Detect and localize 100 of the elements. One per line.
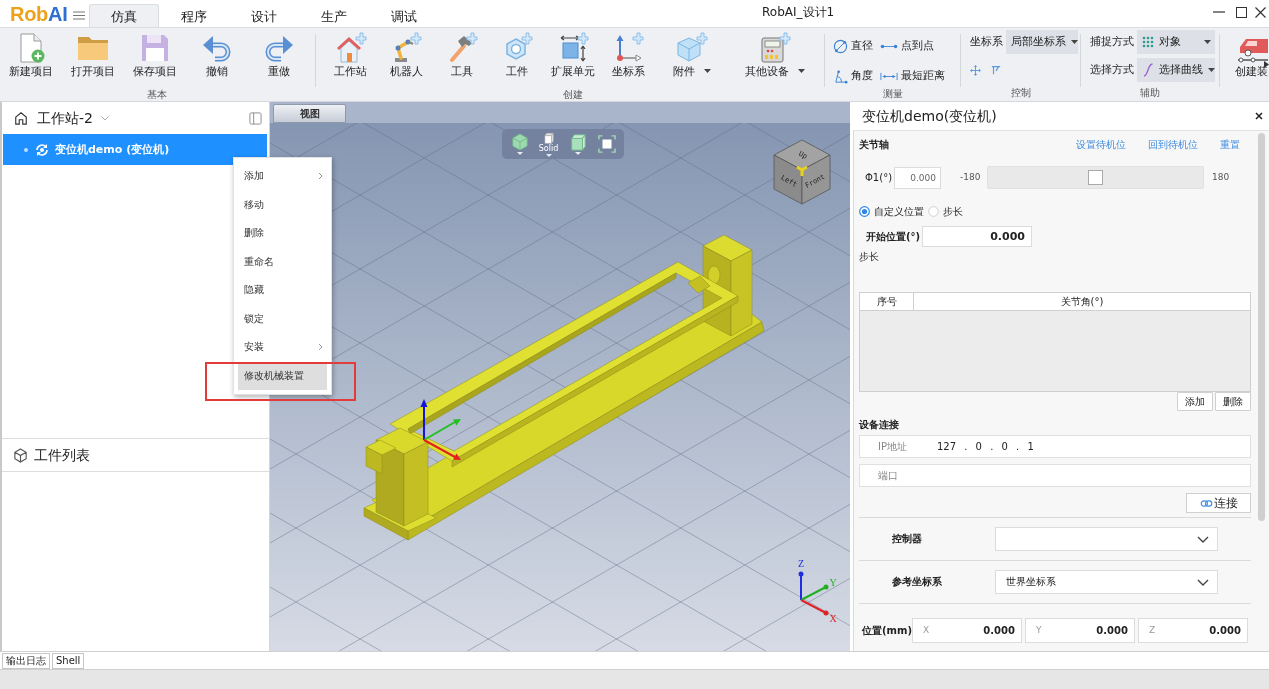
column-header: 关节角(°) bbox=[1059, 294, 1105, 309]
ribbon-button[interactable]: 重做 bbox=[248, 32, 310, 88]
field-label: 开始位置(°) bbox=[865, 230, 922, 243]
group-label: 控制 bbox=[1009, 86, 1032, 99]
field-label: 步长 bbox=[859, 251, 879, 263]
ribbon-button[interactable]: 机器人 bbox=[378, 32, 435, 88]
control-panel-plus-icon bbox=[759, 32, 792, 64]
distance-icon bbox=[880, 71, 898, 81]
table-action-button[interactable]: 删除 bbox=[1215, 392, 1251, 411]
ribbon-button[interactable]: 撤销 bbox=[186, 32, 248, 88]
section-title: 工件列表 bbox=[34, 446, 90, 464]
ribbon-button[interactable]: 打开项目 bbox=[62, 32, 124, 88]
ribbon-button[interactable]: 坐标系 bbox=[600, 32, 657, 88]
scroll-right-icon[interactable] bbox=[1264, 61, 1269, 68]
app-logo: RobAI bbox=[9, 2, 69, 25]
input-field[interactable]: Y 0.000 bbox=[1025, 618, 1135, 643]
close-icon bbox=[1254, 6, 1266, 18]
dropdown[interactable]: 对象 bbox=[1137, 30, 1215, 54]
group-label: 基本 bbox=[145, 88, 168, 101]
column-header: 序号 bbox=[860, 293, 914, 310]
panel-tab[interactable]: 输出日志 bbox=[2, 652, 50, 669]
s-curve-icon bbox=[1142, 63, 1154, 77]
field-label: 位置(mm) bbox=[861, 624, 910, 637]
ribbon-button[interactable]: 最短距离 bbox=[880, 65, 958, 87]
group-label: 辅助 bbox=[1139, 86, 1161, 99]
menu-icon[interactable] bbox=[73, 10, 85, 20]
point-to-point-icon bbox=[880, 42, 898, 50]
slider-thumb[interactable] bbox=[1088, 170, 1103, 185]
chevron-down-icon[interactable] bbox=[100, 115, 109, 121]
chevron-down-icon bbox=[1197, 578, 1209, 586]
connect-button[interactable]: 连接 bbox=[1186, 493, 1251, 513]
slider-track[interactable] bbox=[987, 166, 1204, 189]
home-icon bbox=[14, 111, 28, 125]
window-title: RobAI_设计1 bbox=[762, 4, 835, 20]
input-field[interactable]: Z 0.000 bbox=[1138, 618, 1248, 643]
input-field[interactable]: IP地址 127 . 0 . 0 . 1 bbox=[859, 435, 1251, 458]
dropdown[interactable]: 局部坐标系 bbox=[1006, 30, 1078, 54]
circle-diameter-icon bbox=[833, 38, 848, 54]
panel-title: 变位机demo(变位机) bbox=[862, 107, 997, 125]
move-icon[interactable] bbox=[970, 64, 981, 76]
panel-toggle-icon[interactable] bbox=[249, 111, 262, 125]
station-title: 工作站-2 bbox=[37, 109, 93, 127]
ribbon-button[interactable]: 角度 bbox=[833, 65, 880, 87]
caret-icon bbox=[1071, 40, 1078, 44]
ribbon-button[interactable]: 工具 bbox=[434, 32, 490, 88]
ribbon-tab[interactable]: 生产 bbox=[299, 4, 369, 27]
range-max: 180 bbox=[1212, 172, 1230, 183]
bracket-icon[interactable] bbox=[991, 65, 1001, 75]
table-action-button[interactable]: 添加 bbox=[1177, 392, 1213, 411]
ribbon-tab[interactable]: 设计 bbox=[229, 4, 299, 27]
ribbon-button[interactable]: 扩展单元 bbox=[545, 32, 601, 88]
view-tab[interactable]: 视图 bbox=[273, 104, 346, 123]
ribbon-button[interactable]: 点到点 bbox=[880, 35, 958, 57]
ribbon-button[interactable]: 附件 bbox=[656, 32, 729, 88]
field-label: 捕捉方式 bbox=[1090, 35, 1134, 49]
dropdown[interactable]: 选择曲线 bbox=[1137, 58, 1215, 82]
ribbon-tab[interactable]: 调试 bbox=[369, 4, 439, 27]
minimize-icon bbox=[1212, 11, 1225, 13]
caret-icon bbox=[1208, 68, 1215, 72]
input-field[interactable]: X 0.000 bbox=[912, 618, 1022, 643]
section-heading: 关节轴 bbox=[859, 139, 889, 151]
scrollbar-thumb[interactable] bbox=[1258, 133, 1265, 521]
ribbon-button[interactable]: 其他设备 bbox=[728, 32, 822, 88]
ribbon-tab[interactable]: 程序 bbox=[159, 4, 229, 27]
ribbon-button[interactable]: 新建项目 bbox=[0, 32, 62, 88]
close-button[interactable] bbox=[1253, 110, 1265, 122]
group-label: 测量 bbox=[881, 87, 904, 100]
bullet-icon bbox=[24, 147, 28, 152]
input-field[interactable]: 0.000 bbox=[922, 226, 1032, 247]
range-min: -180 bbox=[960, 172, 982, 183]
number-field[interactable]: 0.000 bbox=[894, 166, 941, 189]
radio-option[interactable]: 步长 bbox=[928, 205, 963, 218]
field-label: 坐标系 bbox=[970, 35, 1003, 49]
field-label: 参考坐标系 bbox=[891, 576, 943, 588]
section-heading: 设备连接 bbox=[859, 419, 899, 431]
dot-grid-icon bbox=[1142, 36, 1154, 48]
axis-label: Φ1(°) bbox=[864, 171, 894, 184]
link[interactable]: 重置 bbox=[1220, 139, 1240, 151]
ribbon-button[interactable]: 工件 bbox=[489, 32, 546, 88]
field-label: 控制器 bbox=[891, 533, 923, 545]
ribbon-button[interactable]: 工作站 bbox=[323, 32, 379, 88]
ribbon-button[interactable]: 创建装 bbox=[1234, 32, 1269, 88]
panel-tab[interactable]: Shell bbox=[52, 652, 85, 669]
ribbon-button[interactable]: 直径 bbox=[833, 35, 880, 57]
input-field[interactable]: 端口 bbox=[859, 464, 1251, 487]
chevron-down-icon bbox=[1197, 535, 1209, 543]
dropdown[interactable] bbox=[995, 527, 1218, 551]
house-plus-icon bbox=[334, 32, 367, 64]
maximize-icon bbox=[1236, 6, 1247, 18]
link-icon bbox=[1199, 499, 1213, 507]
caret-icon bbox=[1204, 40, 1211, 44]
dropdown[interactable]: 世界坐标系 bbox=[995, 570, 1218, 594]
radio-option[interactable]: 自定义位置 bbox=[859, 205, 924, 218]
link[interactable]: 设置待机位 bbox=[1076, 139, 1126, 151]
close-icon bbox=[1255, 112, 1263, 120]
ribbon-tab[interactable]: 仿真 bbox=[89, 4, 159, 27]
link[interactable]: 回到待机位 bbox=[1148, 139, 1198, 151]
angle-icon bbox=[833, 68, 848, 84]
rotation-icon bbox=[35, 142, 49, 157]
ribbon-button[interactable]: 保存项目 bbox=[124, 32, 186, 88]
